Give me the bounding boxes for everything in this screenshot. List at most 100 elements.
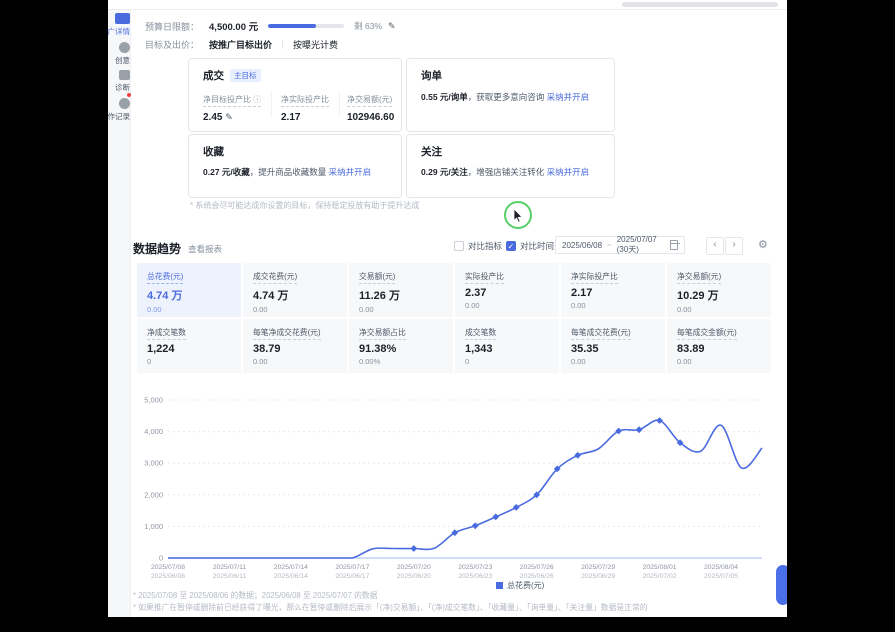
goals-bid-row: 目标及出价： 按推广目标出价 按曝光计费	[145, 38, 338, 50]
metric-cell[interactable]: 净实际投产比2.170.00	[561, 263, 665, 317]
y-axis-label: 0	[159, 554, 163, 563]
metric-cell-value: 1,343	[465, 343, 559, 355]
metric-cell[interactable]: 成交笔数1,3430	[455, 319, 559, 373]
desc-text: ，增强店铺关注转化	[468, 167, 547, 177]
metric-cell-label: 每笔成交金额(元)	[677, 327, 737, 340]
prev-period-button[interactable]: ‹	[706, 237, 724, 255]
metric-cell-compare: 0	[147, 357, 241, 366]
adopt-enable-link[interactable]: 采纳并开启	[547, 167, 590, 177]
metric-cell[interactable]: 成交花费(元) 4.74 万 0.00	[243, 263, 347, 317]
adopt-enable-link[interactable]: 采纳并开启	[547, 92, 590, 102]
metric-cell-label: 实际投产比	[465, 271, 504, 284]
metric-cell-compare: 0.00	[677, 357, 771, 366]
goal-card-title-text: 询单	[421, 68, 442, 83]
x-axis-label: 2025/07/17	[335, 564, 369, 571]
x-axis-compare-label: 2025/06/26	[520, 573, 554, 580]
metric-value: 2.45 ✎	[203, 112, 261, 123]
sidebar-item-history[interactable]: 作记录	[108, 98, 130, 122]
goal-card-title: 关注	[421, 144, 442, 159]
bid-option-target[interactable]: 按推广目标出价	[209, 38, 272, 51]
sidebar-item-promo-detail[interactable]: 广详情	[108, 13, 130, 37]
metric-cell[interactable]: 净成交笔数1,2240	[137, 319, 241, 373]
metric-cell[interactable]: 交易额(元)11.26 万0.00	[349, 263, 453, 317]
metric-cell-label: 总花费(元)	[147, 271, 183, 284]
primary-goal-badge: 主目标	[230, 69, 261, 82]
metric-cell[interactable]: 每笔净成交花费(元) 38.79 0.00	[243, 319, 347, 373]
metric-cell-compare: 0.00	[253, 305, 347, 314]
date-separator: ~	[607, 241, 612, 250]
x-axis-compare-label: 2025/06/23	[458, 573, 492, 580]
diagnose-icon	[119, 70, 130, 80]
edit-budget-icon[interactable]: ✎	[388, 21, 396, 32]
metric-cell[interactable]: 总花费(元)4.74 万0.00	[137, 263, 241, 317]
vertical-scrollbar[interactable]	[776, 565, 787, 605]
desc-text: ，提升商品收藏数量	[250, 167, 329, 177]
budget-progress-fill	[268, 24, 316, 28]
app-window: 广详情 创意 诊断 作记录 预算日限额： 4,500.00 元 剩 63% ✎ …	[108, 0, 787, 617]
goal-card-desc: 0.55 元/询单，获取更多意向咨询 采纳并开启	[421, 91, 589, 103]
idea-icon	[119, 42, 130, 53]
metric-cell[interactable]: 净交易额占比91.38%0.00%	[349, 319, 453, 373]
metric-cell-value: 35.35	[571, 343, 665, 355]
metric-cell-label: 净交易额占比	[359, 327, 406, 340]
top-strip	[108, 0, 787, 10]
goal-card-title-text: 成交	[203, 68, 224, 83]
budget-value: 4,500.00 元	[209, 19, 258, 33]
budget-row: 预算日限额： 4,500.00 元 剩 63% ✎	[145, 20, 396, 32]
main-series-line	[168, 420, 762, 558]
date-end: 2025/07/07 (30天)	[617, 235, 662, 255]
metric-cell-compare: 0.00	[253, 357, 347, 366]
budget-label: 预算日限额：	[145, 20, 199, 33]
checkbox-unchecked-icon[interactable]	[454, 241, 464, 251]
metric-cell[interactable]: 实际投产比2.370.00	[455, 263, 559, 317]
sidebar-item-idea[interactable]: 创意	[108, 42, 130, 66]
metric-cell-value: 38.79	[253, 343, 347, 355]
metric-cell[interactable]: 每笔成交金额(元)83.890.00	[667, 319, 771, 373]
x-axis-compare-label: 2025/06/11	[213, 573, 247, 580]
x-axis-label: 2025/07/23	[458, 564, 492, 571]
metric-cell-compare: 0	[465, 357, 559, 366]
price-text: 0.29 元/关注	[421, 167, 468, 177]
y-axis-label: 2,000	[144, 490, 163, 499]
history-icon	[119, 98, 130, 109]
date-range-picker[interactable]: 2025/06/08 ~ 2025/07/07 (30天)	[555, 236, 685, 254]
x-axis-label: 2025/07/26	[520, 564, 554, 571]
metric-cell[interactable]: 净交易额(元)10.29 万0.00	[667, 263, 771, 317]
metric-cell-value: 11.26 万	[359, 287, 453, 303]
data-point-marker	[513, 504, 520, 511]
checkbox-checked-icon[interactable]: ✓	[506, 241, 516, 251]
y-axis-label: 1,000	[144, 522, 163, 531]
metric-cell[interactable]: 每笔成交花费(元) 35.35 0.00	[561, 319, 665, 373]
bid-option-exposure[interactable]: 按曝光计费	[293, 38, 338, 51]
data-point-marker	[574, 452, 581, 459]
metric-cell-value: 4.74 万	[253, 287, 347, 303]
metric-cell-label: 成交花费(元)	[253, 271, 297, 284]
notification-dot	[127, 93, 131, 97]
sidebar-item-label: 作记录	[108, 111, 130, 122]
compare-time-checkbox[interactable]: ✓ 对比时间	[506, 240, 554, 252]
horizontal-scrollbar[interactable]	[622, 2, 778, 7]
compare-metric-checkbox[interactable]: 对比指标	[454, 240, 502, 252]
data-point-marker	[636, 426, 643, 433]
next-period-button[interactable]: ›	[725, 237, 743, 255]
x-axis-compare-label: 2025/06/08	[151, 573, 185, 580]
x-axis-compare-label: 2025/07/05	[704, 573, 738, 580]
data-point-marker	[472, 522, 479, 529]
x-axis-label: 2025/08/01	[643, 564, 677, 571]
sidebar-item-diagnose[interactable]: 诊断	[108, 70, 130, 93]
metric-cell-label: 每笔净成交花费(元)	[253, 327, 321, 340]
metric-value: 2.17	[281, 112, 329, 123]
goal-card-title: 成交 主目标	[203, 68, 261, 83]
edit-roi-icon[interactable]: ✎	[225, 112, 233, 122]
metric-cell-compare: 0.00	[571, 357, 665, 366]
metric-cell-compare: 0.00	[147, 305, 241, 314]
goal-card-desc: 0.27 元/收藏，提升商品收藏数量 采纳并开启	[203, 166, 371, 178]
metric-cell-label: 每笔成交花费(元)	[571, 327, 631, 340]
info-icon[interactable]: ⓘ	[253, 95, 261, 104]
metric-net-target-roi: 净目标投产比 ⓘ 2.45 ✎	[203, 89, 261, 123]
adopt-enable-link[interactable]: 采纳并开启	[329, 167, 372, 177]
screen: { "colors": {"accent":"#4a6bdf","compare…	[0, 0, 895, 632]
view-report-link[interactable]: 查看报表	[188, 243, 222, 255]
settings-gear-icon[interactable]: ⚙	[758, 238, 768, 251]
budget-remaining: 剩 63%	[354, 20, 382, 32]
